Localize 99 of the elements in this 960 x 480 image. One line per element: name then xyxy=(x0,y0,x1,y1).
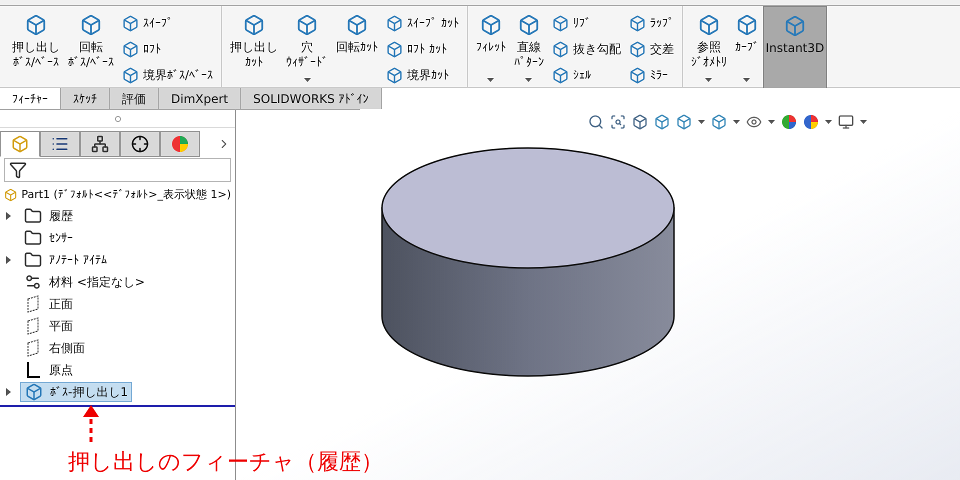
dashed-arrow xyxy=(82,405,100,443)
tree-item[interactable]: 平面 xyxy=(20,316,76,336)
box-icon[interactable] xyxy=(632,114,648,130)
box-icon xyxy=(4,186,18,204)
tree-item[interactable]: ﾎﾞｽ-押し出し1 xyxy=(20,382,132,402)
box-icon[interactable] xyxy=(711,114,727,130)
ribbon-button[interactable]: 穴 ｳｨｻﾞｰﾄﾞ xyxy=(282,6,332,90)
ribbon-button[interactable]: ﾛﾌﾄ xyxy=(122,38,214,60)
box-icon xyxy=(628,40,646,58)
box-icon xyxy=(628,14,646,32)
monitor-icon[interactable] xyxy=(838,114,854,130)
tree-item[interactable]: 正面 xyxy=(20,294,76,314)
ribbon-button[interactable]: ﾘﾌﾞ xyxy=(552,12,621,34)
zoom-area-icon[interactable] xyxy=(610,114,626,130)
box-icon xyxy=(122,40,140,58)
tree-item[interactable]: ｾﾝｻｰ xyxy=(20,228,76,248)
ribbon-button[interactable]: ﾗｯﾌﾟ xyxy=(628,12,674,34)
eye-icon[interactable] xyxy=(746,114,762,130)
panel-tab[interactable] xyxy=(40,131,80,157)
ribbon-tab[interactable]: DimXpert xyxy=(159,88,242,109)
box-icon xyxy=(386,40,404,58)
box-icon xyxy=(480,14,502,36)
filter-field[interactable] xyxy=(4,158,231,182)
panel-tab[interactable] xyxy=(120,131,160,157)
box-icon xyxy=(346,14,368,36)
ribbon-button[interactable]: 参照 ｼﾞｵﾒﾄﾘ xyxy=(686,6,731,90)
box-icon xyxy=(80,14,102,36)
box-icon xyxy=(386,66,404,84)
box-icon xyxy=(122,14,140,32)
ribbon-button[interactable]: 回転 ﾎﾞｽ/ﾍﾞｰｽ xyxy=(64,6,118,90)
ribbon-button[interactable]: ｽｲｰﾌﾟ ｶｯﾄ xyxy=(386,12,459,34)
box-icon xyxy=(784,15,806,37)
box-icon xyxy=(122,66,140,84)
ribbon-button[interactable]: ﾌｨﾚｯﾄ xyxy=(472,6,510,90)
expand-arrow-icon[interactable] xyxy=(6,388,11,396)
plane-icon xyxy=(26,339,40,357)
tree-item[interactable]: 原点 xyxy=(20,360,76,380)
box-icon xyxy=(552,66,569,84)
box-icon xyxy=(296,14,318,36)
tree-root-label[interactable]: Part1 (ﾃﾞﾌｫﾙﾄ<<ﾃﾞﾌｫﾙﾄ>_表示状態 1>) xyxy=(21,186,231,204)
ribbon-button[interactable]: ｼｪﾙ xyxy=(552,64,621,86)
ribbon-tab[interactable]: ｽｹｯﾁ xyxy=(61,88,110,109)
box-icon xyxy=(25,14,47,36)
tree-item[interactable]: 右側面 xyxy=(20,338,88,358)
plane-icon xyxy=(26,295,40,313)
toggle-button[interactable]: Instant3D xyxy=(762,6,827,90)
caret-icon xyxy=(768,120,775,124)
box-icon xyxy=(628,66,646,84)
box-icon[interactable] xyxy=(654,114,670,130)
splitter-handle[interactable] xyxy=(114,116,120,122)
tree-item[interactable]: 履歴 xyxy=(20,206,76,226)
plane-icon xyxy=(26,317,40,335)
ribbon-button[interactable]: ｽｲｰﾌﾟ xyxy=(122,12,214,34)
ribbon-button[interactable]: 境界ｶｯﾄ xyxy=(386,64,459,86)
ribbon-button[interactable]: 境界ﾎﾞｽ/ﾍﾞｰｽ xyxy=(122,64,214,86)
tree-item[interactable]: 材料 <指定なし> xyxy=(20,272,148,292)
ribbon-button[interactable]: ﾛﾌﾄ ｶｯﾄ xyxy=(386,38,459,60)
list-icon xyxy=(51,135,69,153)
folder-icon xyxy=(24,207,42,225)
box-icon xyxy=(552,14,569,32)
ribbon-button[interactable]: ﾐﾗｰ xyxy=(628,64,674,86)
box-icon xyxy=(698,14,720,36)
caret-icon xyxy=(860,120,867,124)
box-icon xyxy=(243,14,266,36)
folder-icon xyxy=(24,251,42,269)
box-icon xyxy=(11,135,29,153)
ribbon-button[interactable]: 交差 xyxy=(628,38,674,60)
ribbon-button[interactable]: 押し出し ｶｯﾄ xyxy=(226,6,282,90)
box-icon xyxy=(25,383,43,401)
ribbon-tab[interactable]: 評価 xyxy=(110,88,159,109)
box-icon[interactable] xyxy=(676,114,692,130)
annotation-text: 押し出しのフィーチャ（履歴） xyxy=(68,449,383,477)
color-wheel-icon xyxy=(171,135,189,153)
tree-item[interactable]: ｱﾉﾃｰﾄ ｱｲﾃﾑ xyxy=(20,250,110,270)
ribbon-tab[interactable]: SOLIDWORKS ｱﾄﾞｲﾝ xyxy=(241,88,382,109)
ribbon-button[interactable]: ｶｰﾌﾞ xyxy=(730,6,763,90)
expand-arrow-icon[interactable] xyxy=(6,212,11,220)
ribbon-button[interactable]: 回転ｶｯﾄ xyxy=(332,6,382,90)
ribbon-button[interactable]: 直線 ﾊﾟﾀｰﾝ xyxy=(510,6,548,90)
panel-tab[interactable] xyxy=(80,131,120,157)
box-icon xyxy=(552,40,569,58)
crosshair-icon xyxy=(131,135,149,153)
ribbon-button[interactable]: 押し出し ﾎﾞｽ/ﾍﾞｰｽ xyxy=(8,6,64,90)
caret-icon xyxy=(698,120,705,124)
box-icon xyxy=(736,14,758,36)
box-icon xyxy=(386,14,404,32)
caret-icon xyxy=(733,120,740,124)
caret-icon xyxy=(825,120,832,124)
material-icon xyxy=(24,273,42,291)
color-ball-icon[interactable] xyxy=(781,114,797,130)
filter-icon xyxy=(9,161,27,179)
search-icon[interactable] xyxy=(588,114,604,130)
expand-arrow-icon[interactable] xyxy=(6,256,11,264)
folder-icon xyxy=(24,229,42,247)
ribbon-button[interactable]: 抜き勾配 xyxy=(552,38,621,60)
box-icon xyxy=(518,14,540,36)
tree-icon xyxy=(91,135,109,153)
color-ball-icon[interactable] xyxy=(803,114,819,130)
origin-icon xyxy=(25,361,41,379)
